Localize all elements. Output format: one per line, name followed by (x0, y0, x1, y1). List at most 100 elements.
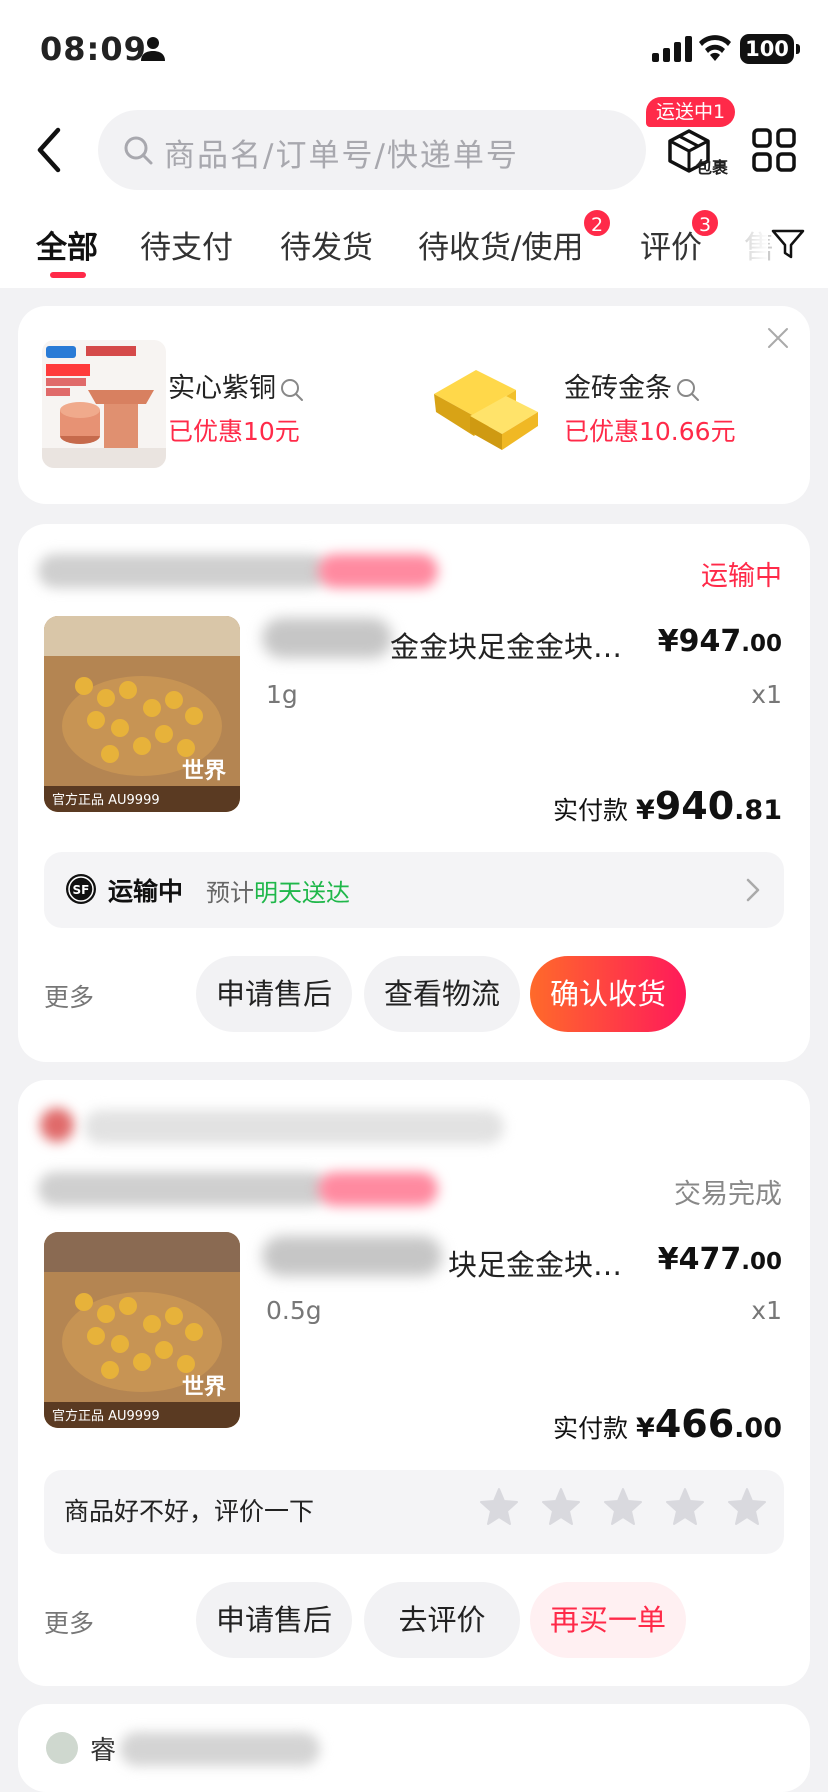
star-icon[interactable] (540, 1486, 582, 1528)
paid-currency: ¥ (636, 1413, 655, 1444)
promo-discount: 已优惠10元 (168, 417, 300, 446)
tab-active-indicator (50, 272, 86, 278)
star-icon[interactable] (726, 1486, 768, 1528)
person-icon (141, 37, 165, 61)
product-title-blurred (262, 1236, 442, 1276)
signal-icon (652, 36, 692, 62)
product-price: ¥947.00 (658, 624, 782, 659)
shop-tag-blurred (318, 554, 438, 588)
tab-badge: 3 (690, 208, 720, 238)
tab-fade (738, 218, 768, 278)
product-image[interactable]: 官方正品 AU9999 世界 (44, 616, 240, 812)
price-integer: ¥477 (657, 1242, 742, 1277)
buy-again-button[interactable]: 再买一单 (530, 1582, 686, 1658)
paid-label: 实付款 (553, 796, 629, 825)
logistics-row[interactable]: SF 运输中 预计明天送达 (44, 852, 784, 928)
price-decimal: .00 (741, 631, 782, 657)
tab-all[interactable]: 全部 (36, 222, 98, 267)
order-card[interactable]: 运输中 官方正品 AU9999 世界 金金块足金金块… ¥947.00 1g x… (18, 524, 810, 1062)
svg-text:官方正品 AU9999: 官方正品 AU9999 (52, 1408, 160, 1424)
review-row[interactable]: 商品好不好，评价一下 (44, 1470, 784, 1554)
more-link[interactable]: 更多 (44, 978, 94, 1014)
product-price: ¥477.00 (658, 1242, 782, 1277)
tab-pending-shipment[interactable]: 待发货 (280, 222, 373, 267)
svg-text:世界: 世界 (182, 1375, 226, 1400)
shop-name-blurred (38, 554, 328, 588)
product-qty: x1 (751, 680, 782, 709)
promo-title-text: 金砖金条 (564, 373, 672, 404)
search-placeholder: 商品名/订单号/快递单号 (164, 138, 519, 174)
product-spec: 1g (266, 680, 298, 709)
more-link[interactable]: 更多 (44, 1604, 94, 1640)
write-review-button[interactable]: 去评价 (364, 1582, 520, 1658)
estimate-value: 明天送达 (254, 879, 350, 907)
tab-pending-receipt[interactable]: 待收货/使用 (418, 222, 583, 267)
tab-badge: 2 (582, 208, 612, 238)
after-sale-button[interactable]: 申请售后 (196, 956, 352, 1032)
wifi-icon (699, 35, 731, 61)
status-bar: 08:09 100 (0, 0, 828, 100)
price-integer: ¥947 (657, 624, 742, 659)
star-rating[interactable] (458, 1486, 768, 1528)
paid-amount: 实付款 ¥940.81 (553, 784, 782, 828)
order-status: 交易完成 (674, 1179, 782, 1210)
review-prompt: 商品好不好，评价一下 (64, 1497, 315, 1526)
order-tabs: 全部 待支付 待发货 待收货/使用 2 评价 3 售 (0, 208, 828, 282)
product-shop-blurred (38, 1172, 328, 1206)
gold-bar-image[interactable] (420, 340, 544, 468)
shop-avatar-blurred (40, 1108, 74, 1142)
filter-icon[interactable] (770, 226, 806, 262)
battery-indicator: 100 (740, 34, 800, 64)
logistics-estimate: 预计明天送达 (206, 873, 350, 908)
promo-title[interactable]: 金砖金条 (564, 366, 700, 405)
product-image[interactable]: 官方正品 AU9999 世界 (44, 1232, 240, 1428)
close-icon[interactable] (766, 326, 790, 350)
product-title-blurred (262, 618, 392, 658)
after-sale-button[interactable]: 申请售后 (196, 1582, 352, 1658)
tab-pending-payment[interactable]: 待支付 (140, 222, 233, 267)
star-icon[interactable] (664, 1486, 706, 1528)
order-status: 运输中 (701, 561, 782, 592)
chevron-right-icon (746, 878, 760, 902)
paid-label: 实付款 (553, 1414, 629, 1443)
star-icon[interactable] (478, 1486, 520, 1528)
shop-name: 睿 (90, 1736, 117, 1766)
package-label: 包裹 (696, 158, 729, 177)
shop-name-blurred (84, 1110, 504, 1144)
confirm-receipt-button[interactable]: 确认收货 (530, 956, 686, 1032)
search-input[interactable]: 商品名/订单号/快递单号 (98, 110, 646, 190)
shop-name-blurred (120, 1732, 320, 1766)
view-logistics-button[interactable]: 查看物流 (364, 956, 520, 1032)
paid-integer: 940 (654, 784, 735, 828)
paid-decimal: .00 (734, 1413, 782, 1444)
status-time: 08:09 (40, 30, 147, 68)
svg-text:世界: 世界 (182, 759, 226, 784)
shop-avatar (46, 1732, 78, 1764)
product-title[interactable]: 金金块足金金块… (390, 624, 652, 666)
promo-discount: 已优惠10.66元 (564, 417, 736, 446)
sf-express-icon: SF (66, 874, 96, 904)
package-badge: 运送中1 (646, 97, 736, 127)
promo-title-text: 实心紫铜 (168, 373, 276, 404)
logistics-status: 运输中 (108, 877, 184, 906)
grid-menu-icon[interactable] (752, 128, 796, 172)
price-decimal: .00 (741, 1249, 782, 1275)
estimate-prefix: 预计 (206, 879, 254, 907)
svg-text:官方正品 AU9999: 官方正品 AU9999 (52, 792, 160, 808)
search-icon (677, 378, 699, 401)
promo-title[interactable]: 实心紫铜 (168, 366, 304, 405)
product-qty: x1 (751, 1296, 782, 1325)
copper-rivet-image[interactable] (42, 340, 166, 468)
order-card[interactable]: 交易完成 官方正品 AU9999 世界 块足金金块… ¥477.00 0.5g … (18, 1080, 810, 1686)
promo-card: 实心紫铜 已优惠10元 金砖金条 已优惠10.66元 (18, 306, 810, 504)
search-icon (281, 378, 303, 401)
star-icon[interactable] (602, 1486, 644, 1528)
svg-text:SF: SF (73, 883, 90, 897)
back-arrow-icon[interactable] (30, 120, 70, 180)
paid-decimal: .81 (734, 795, 782, 826)
paid-integer: 466 (654, 1402, 735, 1446)
paid-amount: 实付款 ¥466.00 (553, 1402, 782, 1446)
product-spec: 0.5g (266, 1296, 322, 1325)
product-title[interactable]: 块足金金块… (448, 1242, 652, 1284)
order-card[interactable]: 睿 (18, 1704, 810, 1792)
